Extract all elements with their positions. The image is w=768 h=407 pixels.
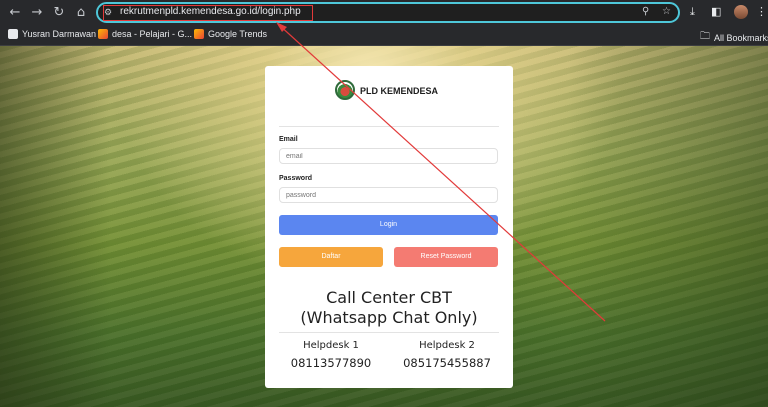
bookmark-label: desa - Pelajari - G...: [112, 29, 193, 39]
background-shade: [0, 46, 110, 407]
bookmark-label: Google Trends: [208, 29, 268, 39]
reset-password-button[interactable]: Reset Password: [394, 247, 498, 267]
all-bookmarks-label: All Bookmarks: [714, 32, 768, 43]
all-bookmarks[interactable]: 🗀 All Bookmarks: [700, 29, 768, 46]
pld-logo-icon: [335, 80, 355, 100]
reload-icon[interactable]: ↻: [50, 4, 68, 22]
helpdesk-2-label: Helpdesk 2: [419, 340, 475, 351]
side-panel-icon[interactable]: ◧: [711, 5, 721, 18]
trends-icon: [194, 29, 204, 39]
star-icon[interactable]: ☆: [662, 6, 671, 17]
background-shade: [568, 46, 768, 407]
helpdesk-1-number[interactable]: 08113577890: [276, 356, 386, 370]
home-icon[interactable]: ⌂: [72, 4, 90, 22]
gh-icon: [8, 29, 18, 39]
trends-icon: [98, 29, 108, 39]
avatar[interactable]: [734, 5, 748, 19]
callcenter-subtitle: (Whatsapp Chat Only): [300, 308, 478, 327]
zoom-icon[interactable]: ⚲: [642, 6, 649, 17]
menu-icon[interactable]: ⋮: [756, 5, 767, 18]
folder-icon: 🗀: [700, 31, 710, 42]
url-highlight-box: [103, 5, 313, 21]
bookmark-label: Yusran Darmawan: [22, 29, 97, 39]
bookmark-item[interactable]: Yusran Darmawan: [8, 29, 96, 39]
brand-title: PLD KEMENDESA: [360, 86, 439, 96]
callcenter-title: Call Center CBT: [326, 288, 452, 307]
email-label: Email: [279, 136, 298, 143]
bookmarks-bar: Yusran Darmawan desa - Pelajari - G... G…: [0, 26, 768, 46]
divider: [279, 126, 499, 127]
page-background: PLD KEMENDESA Email Password Login Dafta…: [0, 46, 768, 407]
forward-icon[interactable]: →: [28, 4, 46, 22]
download-icon[interactable]: ⤓: [690, 5, 695, 19]
divider: [279, 332, 499, 333]
back-icon[interactable]: ←: [6, 4, 24, 22]
daftar-button[interactable]: Daftar: [279, 247, 383, 267]
helpdesk-2-number[interactable]: 085175455887: [392, 356, 502, 370]
bookmark-item[interactable]: Google Trends: [194, 29, 267, 39]
login-button[interactable]: Login: [279, 215, 498, 235]
password-field[interactable]: [279, 187, 498, 203]
password-label: Password: [279, 175, 313, 182]
bookmark-item[interactable]: desa - Pelajari - G...: [98, 29, 192, 39]
helpdesk-1-label: Helpdesk 1: [303, 340, 359, 351]
login-card: PLD KEMENDESA Email Password Login Dafta…: [265, 66, 513, 388]
email-field[interactable]: [279, 148, 498, 164]
